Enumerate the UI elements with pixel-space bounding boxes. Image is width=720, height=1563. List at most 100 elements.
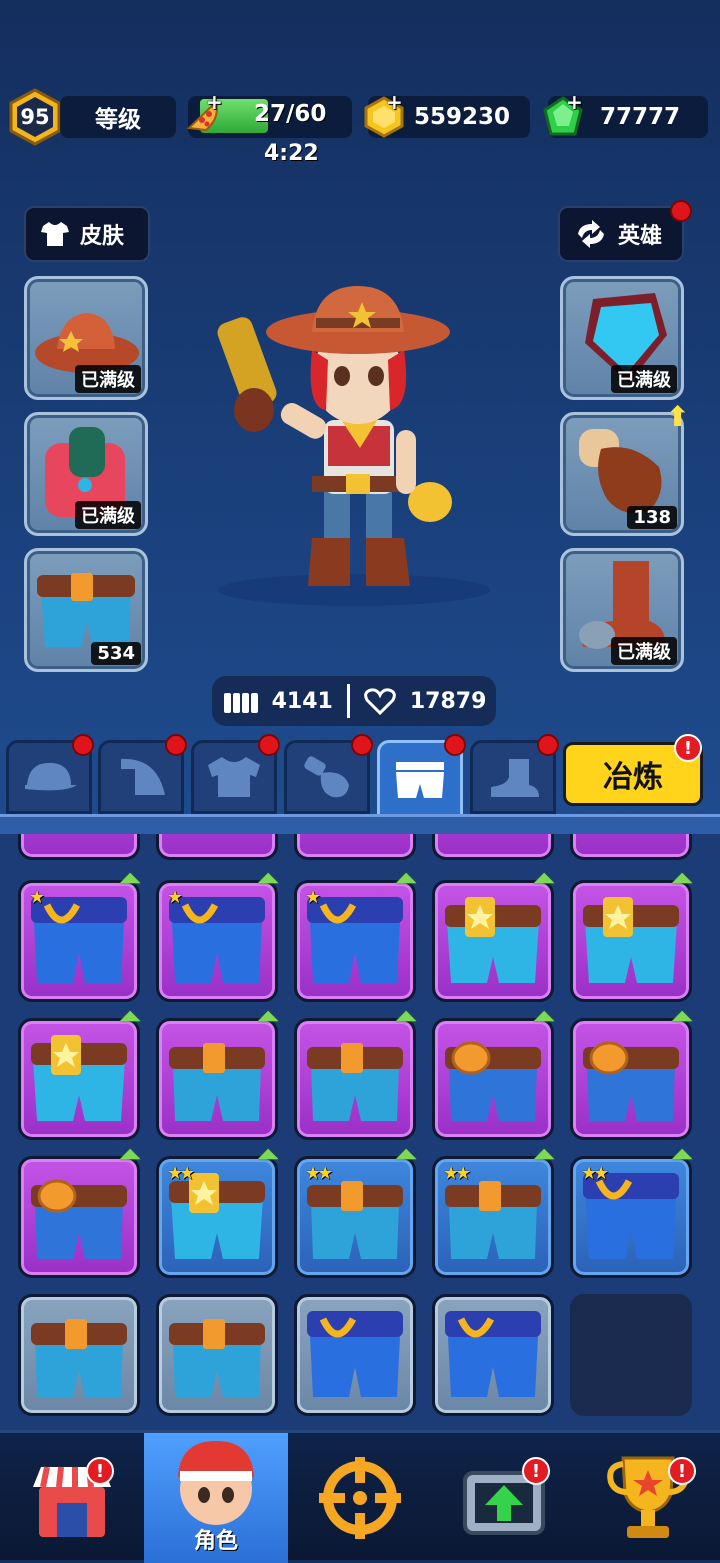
stats-divider [346, 684, 350, 718]
tab-shoulder-dot [165, 734, 187, 756]
upgrade-chevron-icon: ⏶ [120, 1002, 141, 1032]
gold-value: 559230 [413, 104, 510, 130]
inventory-item[interactable] [432, 1294, 554, 1416]
heroes-button[interactable]: 英雄 [558, 206, 684, 262]
upgrade-chevron-icon: ⏶ [672, 1002, 693, 1032]
level-value: 95 [20, 105, 50, 129]
upgrade-chevron-icon: ⏶ [396, 1140, 417, 1170]
bottom-nav: ! 角色 ! ! [0, 1430, 720, 1563]
tab-boots-dot [537, 734, 559, 756]
upgrade-chevron-icon: ⏶ [672, 1140, 693, 1170]
inventory-item[interactable] [432, 1018, 554, 1140]
level-label: 等级 [95, 107, 141, 133]
star-rating-icon: ★ [167, 887, 183, 908]
shirt-icon [208, 757, 260, 797]
slot-label-hat: 已满级 [75, 365, 141, 393]
add-gem-icon[interactable]: + [566, 90, 583, 114]
star-rating-icon: ★★ [443, 1163, 471, 1184]
inventory-item[interactable]: ★ [18, 880, 140, 1002]
star-rating-icon: ★ [305, 887, 321, 908]
inventory-item[interactable] [294, 1294, 416, 1416]
heroes-label: 英雄 [618, 224, 663, 249]
swap-icon [578, 220, 604, 248]
energy-value: 27/60 [254, 101, 327, 127]
inventory-item-partial[interactable] [156, 834, 278, 860]
inventory-item[interactable]: ★ [156, 880, 278, 1002]
equip-slot-boot[interactable]: 已满级 [560, 548, 684, 672]
upgrade-chevron-icon: ⏶ [396, 1002, 417, 1032]
nav-shop[interactable]: ! [0, 1433, 144, 1563]
tshirt-icon [41, 222, 69, 246]
nav-trophy[interactable]: ! [576, 1433, 720, 1563]
inventory-item[interactable] [18, 1018, 140, 1140]
health-value: 17879 [409, 688, 487, 714]
upgrade-chevron-icon: ⏶ [258, 864, 279, 894]
glove-tab-icon [304, 756, 349, 798]
nav-upgrade[interactable]: ! [432, 1433, 576, 1563]
inventory-item[interactable] [570, 1018, 692, 1140]
heart-icon [364, 688, 396, 715]
heroes-notification-dot [670, 200, 692, 222]
inventory-item[interactable] [432, 880, 554, 1002]
tab-hat-dot [72, 734, 94, 756]
shoulder-pad-icon [121, 758, 165, 795]
add-energy-icon[interactable]: + [206, 90, 223, 114]
empty-item-slot [570, 1294, 692, 1416]
slot-label-vest: 已满级 [75, 501, 141, 529]
tab-glove-dot [351, 734, 373, 756]
smelt-label: 冶炼 [603, 760, 663, 795]
equip-slot-vest[interactable]: 已满级 [24, 412, 148, 536]
inventory-item[interactable] [570, 880, 692, 1002]
crosshair-icon [319, 1457, 401, 1539]
add-gold-icon[interactable]: + [386, 90, 403, 114]
equip-slot-pants[interactable]: 534 [24, 548, 148, 672]
nav-battle[interactable] [288, 1433, 432, 1563]
inventory-item[interactable]: ★★ [156, 1156, 278, 1278]
inventory-item-partial[interactable] [294, 834, 416, 860]
upgrade-chevron-icon: ⏶ [258, 1002, 279, 1032]
tab-shirt-dot [258, 734, 280, 756]
shop-alert-icon: ! [86, 1457, 114, 1485]
upgrade-chevron-icon: ⏶ [672, 864, 693, 894]
star-rating-icon: ★ [29, 887, 45, 908]
stats-bar: 4141 17879 [212, 676, 496, 726]
star-rating-icon: ★★ [581, 1163, 609, 1184]
inventory-item[interactable]: ★★ [294, 1156, 416, 1278]
skins-button[interactable]: 皮肤 [24, 206, 150, 262]
hero-character[interactable] [216, 280, 496, 610]
item-grid: ★ ⏶ ★ ⏶ ★ ⏶ ⏶ ⏶ ⏶ ⏶ ⏶ ⏶ ⏶ ⏶ ★★ ⏶ ★★ ⏶ ★★ ⏶ ★★ ⏶ [0, 834, 720, 1430]
equip-slot-shoulder[interactable]: 已满级 [560, 276, 684, 400]
upgrade-chevron-icon: ⏶ [534, 864, 555, 894]
equip-slot-hat[interactable]: 已满级 [24, 276, 148, 400]
inventory-item[interactable]: ★★ [432, 1156, 554, 1278]
inventory-item[interactable]: ★★ [570, 1156, 692, 1278]
level-badge[interactable]: 95 [8, 88, 62, 146]
ammo-value: 4141 [271, 688, 333, 714]
slot-label-glove: 138 [627, 506, 677, 529]
slot-label-shoulder: 已满级 [611, 365, 677, 393]
skins-label: 皮肤 [80, 224, 125, 249]
upgrade-chevron-icon: ⏶ [396, 864, 417, 894]
upgrade-chevron-icon: ⏶ [258, 1140, 279, 1170]
star-rating-icon: ★★ [305, 1163, 333, 1184]
inventory-item-partial[interactable] [432, 834, 554, 860]
inventory-item[interactable] [18, 1156, 140, 1278]
upgrade-chevron-icon: ⏶ [534, 1002, 555, 1032]
upgrade-alert-icon: ! [522, 1457, 550, 1485]
inventory-item[interactable] [294, 1018, 416, 1140]
nav-role[interactable]: 角色 [144, 1433, 288, 1563]
upgrade-chevron-icon: ⏶ [120, 1140, 141, 1170]
inventory-item[interactable] [156, 1018, 278, 1140]
star-rating-icon: ★★ [167, 1163, 195, 1184]
cap-icon [25, 762, 77, 791]
inventory-item[interactable] [18, 1294, 140, 1416]
inventory-item[interactable]: ★ [294, 880, 416, 1002]
nav-role-label: 角色 [193, 1529, 238, 1554]
inventory-item[interactable] [156, 1294, 278, 1416]
upgrade-chevron-icon: ⏶ [120, 864, 141, 894]
level-pill: 等级 [60, 96, 176, 138]
inventory-item-partial[interactable] [570, 834, 692, 860]
gem-value: 77777 [599, 104, 680, 130]
smelt-alert-icon: ! [674, 734, 702, 762]
inventory-item-partial[interactable] [18, 834, 140, 860]
